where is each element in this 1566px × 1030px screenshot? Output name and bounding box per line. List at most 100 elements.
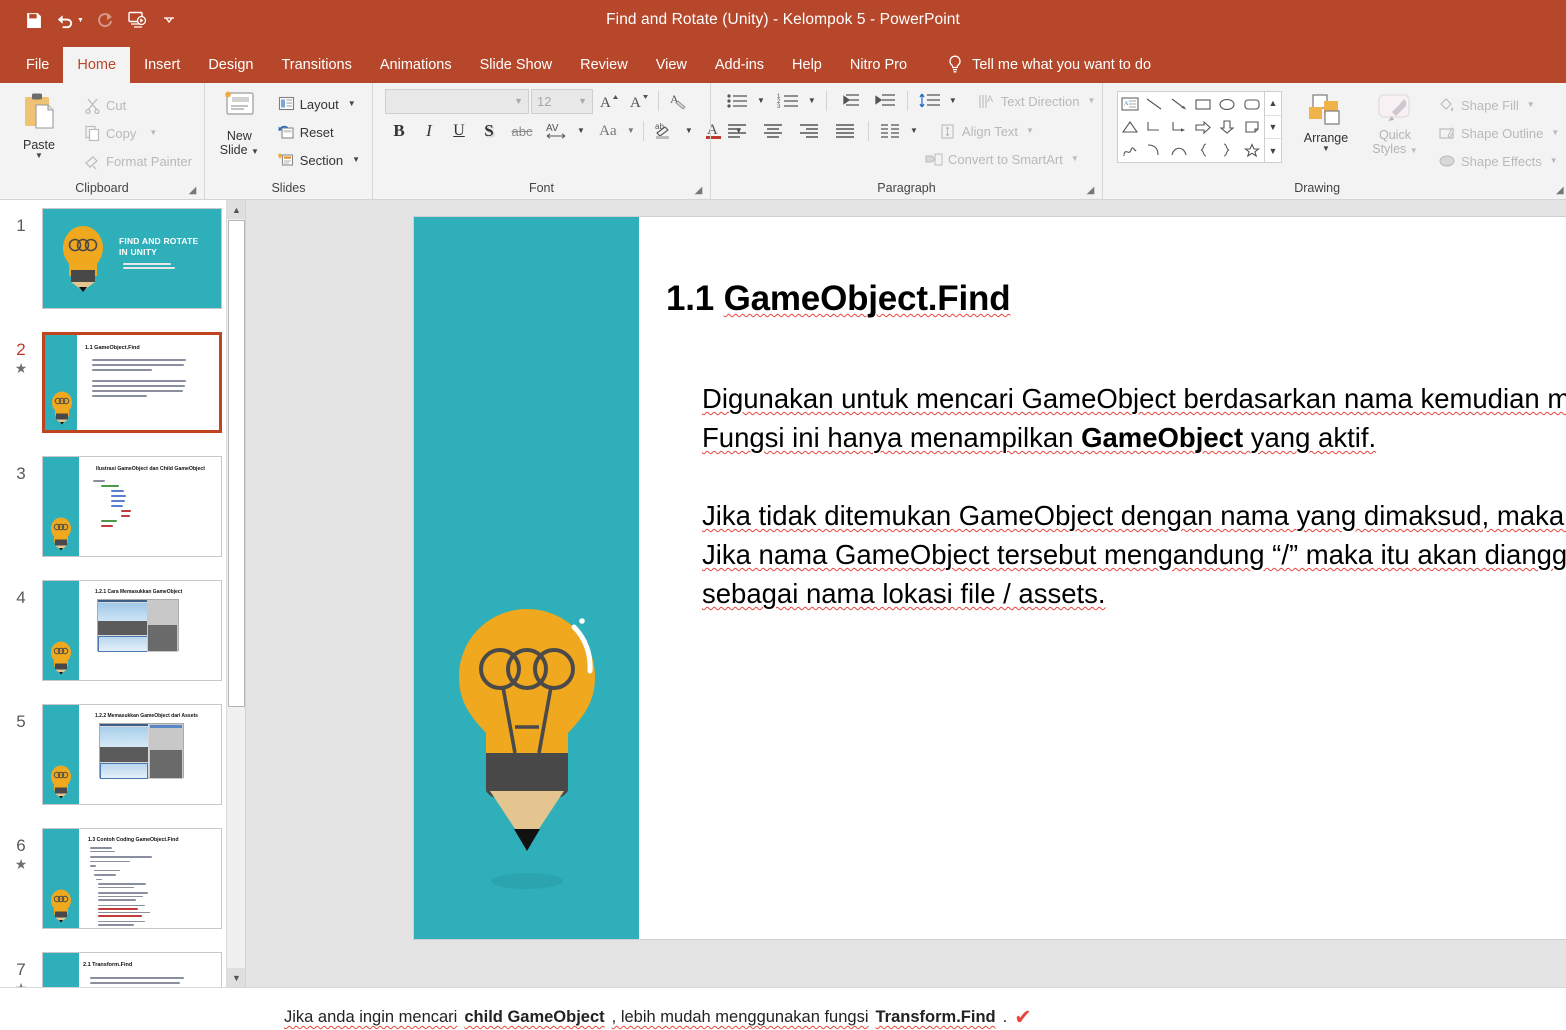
bullets-button[interactable] [721, 88, 755, 114]
tab-nitro-pro[interactable]: Nitro Pro [836, 47, 921, 83]
underline-button[interactable]: U [445, 118, 473, 144]
slide-title[interactable]: 1.1 GameObject.Find [666, 279, 1011, 319]
thumbnail-6-animation-star-icon[interactable]: ★ [0, 856, 42, 872]
start-from-beginning-icon[interactable] [122, 6, 152, 34]
shape-star-icon[interactable] [1240, 139, 1264, 162]
shape-arrow-icon[interactable] [1167, 92, 1191, 115]
font-dialog-launcher[interactable]: ◢ [693, 185, 704, 196]
shape-rectangle-icon[interactable] [1191, 92, 1215, 115]
clipboard-dialog-launcher[interactable]: ◢ [187, 185, 198, 196]
bullets-dropdown-icon[interactable]: ▼ [757, 97, 765, 105]
new-slide-dropdown-icon[interactable]: ▼ [251, 147, 259, 156]
paragraph-dialog-launcher[interactable]: ◢ [1085, 185, 1096, 196]
thumbnail-row-3[interactable]: 3 Ilustrasi GameObject dan Child GameObj… [0, 456, 245, 557]
tab-design[interactable]: Design [194, 47, 267, 83]
align-right-button[interactable] [793, 118, 827, 144]
shape-left-brace-icon[interactable] [1191, 139, 1215, 162]
thumbnail-2[interactable]: 1.1 GameObject.Find [42, 332, 222, 433]
decrease-font-size-button[interactable]: A [625, 88, 653, 114]
numbering-button[interactable]: 123 [772, 88, 806, 114]
italic-button[interactable]: I [415, 118, 443, 144]
shape-down-arrow-icon[interactable] [1215, 115, 1239, 138]
scroll-down-icon[interactable]: ▼ [227, 968, 245, 987]
align-left-button[interactable] [721, 118, 755, 144]
thumbnail-row-4[interactable]: 4 1.2.1 Cara Memasukkan GameObject [0, 580, 245, 681]
thumbnail-1[interactable]: FIND AND ROTATE IN UNITY [42, 208, 222, 309]
shape-elbow-arrow-connector-icon[interactable] [1167, 115, 1191, 138]
font-size-combo[interactable]: 12 ▼ [530, 88, 593, 114]
shape-curve-icon[interactable] [1142, 139, 1166, 162]
thumbnail-4[interactable]: 1.2.1 Cara Memasukkan GameObject [42, 580, 222, 681]
columns-dropdown-icon[interactable]: ▼ [910, 127, 918, 135]
numbering-dropdown-icon[interactable]: ▼ [808, 97, 816, 105]
tab-transitions[interactable]: Transitions [267, 47, 365, 83]
change-case-button[interactable]: Aa [591, 118, 625, 144]
notes-pane[interactable]: Jika anda ingin mencari child GameObject… [0, 987, 1566, 1030]
text-highlight-dropdown-icon[interactable]: ▼ [685, 127, 693, 135]
tell-me-search[interactable]: Tell me what you want to do [947, 47, 1151, 83]
undo-dropdown-icon[interactable]: ▼ [77, 17, 84, 24]
shapes-gallery-more-icon[interactable]: ▼ [1265, 139, 1281, 162]
columns-button[interactable] [874, 118, 908, 144]
shape-elbow-connector-icon[interactable] [1142, 115, 1166, 138]
change-case-dropdown-icon[interactable]: ▼ [627, 127, 635, 135]
shape-right-arrow-icon[interactable] [1191, 115, 1215, 138]
current-slide[interactable]: 1.1 GameObject.Find Digunakan untuk menc… [414, 217, 1566, 939]
shape-oval-icon[interactable] [1215, 92, 1239, 115]
tab-view[interactable]: View [642, 47, 701, 83]
shapes-gallery-scroll-down-icon[interactable]: ▼ [1264, 116, 1281, 140]
section-dropdown-icon[interactable]: ▼ [352, 156, 360, 164]
tab-animations[interactable]: Animations [366, 47, 466, 83]
line-spacing-dropdown-icon[interactable]: ▼ [949, 97, 957, 105]
customize-quick-access-toolbar-icon[interactable] [154, 6, 184, 34]
shape-line-icon[interactable] [1142, 92, 1166, 115]
thumbnail-row-5[interactable]: 5 1.2.2 Memasukkan GameObject dari Asset… [0, 704, 245, 805]
thumbnail-row-6[interactable]: 6 ★ 1.3 Contoh Coding GameObject.Find [0, 828, 245, 929]
section-button[interactable]: Section ▼ [272, 147, 366, 173]
thumbnail-2-animation-star-icon[interactable]: ★ [0, 360, 42, 376]
slide-body-text[interactable]: Digunakan untuk mencari GameObject berda… [702, 379, 1566, 652]
increase-font-size-button[interactable]: A [595, 88, 623, 114]
layout-dropdown-icon[interactable]: ▼ [348, 100, 356, 108]
thumbnail-7-animation-star-icon[interactable]: ★ [0, 980, 42, 987]
undo-icon[interactable] [50, 6, 80, 34]
scrollbar-thumb[interactable] [228, 220, 245, 707]
thumbnail-pane-scrollbar[interactable]: ▲ ▼ [226, 200, 245, 987]
shape-folded-corner-icon[interactable] [1240, 115, 1264, 138]
tab-insert[interactable]: Insert [130, 47, 194, 83]
tab-help[interactable]: Help [778, 47, 836, 83]
shape-arc-icon[interactable] [1167, 139, 1191, 162]
bold-button[interactable]: B [385, 118, 413, 144]
font-name-combo[interactable]: ▼ [384, 88, 529, 114]
paste-dropdown-icon[interactable]: ▼ [35, 152, 43, 160]
text-highlight-color-button[interactable]: ab [649, 118, 683, 144]
clear-all-formatting-button[interactable]: A [664, 88, 692, 114]
shape-right-brace-icon[interactable] [1215, 139, 1239, 162]
thumbnail-7[interactable]: 2.1 Transform.Find [42, 952, 222, 987]
reset-button[interactable]: Reset [272, 119, 366, 145]
line-spacing-button[interactable] [913, 88, 947, 114]
shape-scribble-icon[interactable] [1118, 139, 1142, 162]
thumbnail-5[interactable]: 1.2.2 Memasukkan GameObject dari Assets [42, 704, 222, 805]
thumbnail-row-2[interactable]: 2 ★ 1.1 GameObject.Find [0, 332, 245, 433]
shape-rounded-rectangle-icon[interactable] [1240, 92, 1264, 115]
thumbnail-6[interactable]: 1.3 Contoh Coding GameObject.Find [42, 828, 222, 929]
shapes-gallery-scrollbar[interactable]: ▲ ▼ ▼ [1264, 91, 1282, 163]
shapes-gallery[interactable]: A [1116, 91, 1265, 163]
drawing-dialog-launcher[interactable]: ◢ [1554, 185, 1565, 196]
tab-home[interactable]: Home [63, 47, 131, 83]
paste-button[interactable]: Paste ▼ [6, 88, 72, 160]
justify-button[interactable] [829, 118, 863, 144]
shape-triangle-icon[interactable] [1118, 115, 1142, 138]
text-shadow-button[interactable]: S [475, 118, 503, 144]
new-slide-button[interactable]: New Slide ▼ [211, 88, 268, 157]
tab-file[interactable]: File [12, 47, 63, 83]
shapes-gallery-scroll-up-icon[interactable]: ▲ [1264, 92, 1281, 116]
thumbnail-row-1[interactable]: 1 FIND AND ROTATE IN UNITY [0, 208, 245, 309]
decrease-indent-button[interactable] [832, 88, 866, 114]
shape-text-box-icon[interactable]: A [1118, 92, 1142, 115]
tab-add-ins[interactable]: Add-ins [701, 47, 778, 83]
thumbnail-row-7[interactable]: 7 ★ 2.1 Transform.Find [0, 952, 245, 987]
tab-slide-show[interactable]: Slide Show [466, 47, 567, 83]
arrange-button[interactable]: Arrange ▼ [1294, 91, 1358, 174]
